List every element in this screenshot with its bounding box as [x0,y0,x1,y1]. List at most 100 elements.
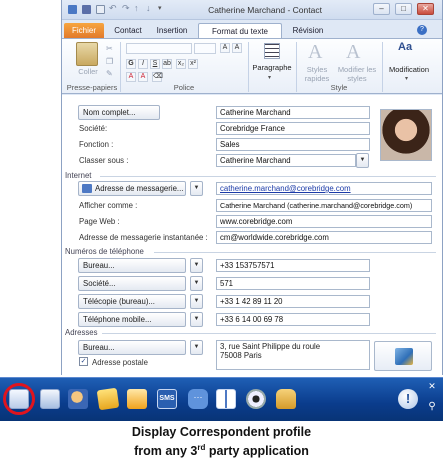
phone-fax-dropdown[interactable]: ▼ [190,294,203,309]
classer-label: Classer sous : [79,156,129,165]
afficher-label: Afficher comme : [79,201,138,210]
pin-button[interactable]: ⚲ [426,400,438,414]
down-icon[interactable]: ↓ [146,3,151,13]
caption: Display Correspondent profile from any 3… [0,425,443,459]
underline-button[interactable]: S [150,59,160,69]
company-field[interactable]: Corebridge France [216,122,370,135]
copy-icon[interactable]: ❐ [106,57,113,66]
toolbar-close-button[interactable]: ✕ [426,380,438,392]
font-color-button[interactable]: A [138,72,148,82]
highlight-color-button[interactable]: A [126,72,136,82]
map-button[interactable] [374,341,432,371]
email-button[interactable]: Adresse de messagerie... [78,181,186,196]
caption-line-2: from any 3rd party application [0,440,443,459]
phone-mobile-button[interactable]: Téléphone mobile... [78,312,186,327]
address-type-dropdown[interactable]: ▼ [190,340,203,355]
paragraph-button[interactable]: Paragraphe [250,63,294,72]
address-bureau-button[interactable]: Bureau... [78,340,186,355]
paragraph-icon [264,43,280,59]
mail-icon[interactable] [127,389,147,409]
phone-bureau-dropdown[interactable]: ▼ [190,258,203,273]
web-field[interactable]: www.corebridge.com [216,215,432,228]
fonction-label: Fonction : [79,140,114,149]
display-as-field[interactable]: Catherine Marchand (catherine.marchand@c… [216,199,432,212]
font-name-dropdown[interactable] [126,43,192,54]
phone-societe-field[interactable]: 571 [216,277,370,290]
nom-complet-button[interactable]: Nom complet... [78,105,160,120]
change-styles-icon: A [346,41,361,63]
redo-icon[interactable]: ↷ [122,3,130,14]
phone-societe-button[interactable]: Société... [78,276,186,291]
app-toolbar: SMS ··· ! ✕ ⚲ [0,377,443,421]
clear-format-icon[interactable]: ⌫ [152,72,163,82]
phone-mobile-field[interactable]: +33 6 14 00 69 78 [216,313,370,326]
tab-insertion[interactable]: Insertion [150,23,194,39]
subscript-icon[interactable]: x₂ [176,59,186,69]
group-police: Police [173,83,195,92]
webcam-icon[interactable] [246,389,266,409]
phone-fax-button[interactable]: Télécopie (bureau)... [78,294,186,309]
im-field[interactable]: cm@worldwide.corebridge.com [216,231,432,244]
customize-qa-icon[interactable]: ▾ [158,4,162,12]
minimize-button[interactable]: – [373,3,390,15]
phone-bureau-button[interactable]: Bureau... [78,258,186,273]
cut-icon[interactable]: ✂ [106,44,113,53]
hand-icon[interactable] [276,389,296,409]
tab-format-du-texte[interactable]: Format du texte [198,23,282,39]
map-icon [395,348,413,365]
help-icon[interactable]: ? [417,25,427,35]
grow-font-icon[interactable]: A [220,43,230,53]
phone-mobile-dropdown[interactable]: ▼ [190,312,203,327]
close-button[interactable]: ✕ [417,3,434,15]
info-icon[interactable]: ! [398,389,418,409]
phone-societe-dropdown[interactable]: ▼ [190,276,203,291]
title-bar: ↶ ↷ ↑ ↓ ▾ Catherine Marchand - Contact –… [62,0,442,20]
phone-fax-field[interactable]: +33 1 42 89 11 20 [216,295,370,308]
format-painter-icon[interactable]: ✎ [106,69,113,78]
contacts-icon[interactable] [40,389,60,409]
bold-button[interactable]: G [126,59,136,69]
strikethrough-icon[interactable]: ab [162,59,172,69]
caption-line-2-start: from any 3 [134,444,198,459]
job-title-field[interactable]: Sales [216,138,370,151]
ribbon-separator [296,42,297,92]
paste-button[interactable]: Coller [68,67,108,76]
email-type-dropdown[interactable]: ▼ [190,181,203,196]
up-icon[interactable]: ↑ [134,3,139,13]
styles-rapides-button[interactable]: Styles rapides [298,65,336,83]
file-as-dropdown[interactable]: ▼ [356,153,369,168]
maximize-button[interactable]: □ [395,3,412,15]
tab-fichier[interactable]: Fichier [64,23,104,39]
email-field[interactable]: catherine.marchand@corebridge.com [216,182,432,195]
user-search-icon[interactable] [68,389,88,409]
save-icon[interactable] [82,5,91,14]
full-name-field[interactable]: Catherine Marchand [216,106,370,119]
modifier-styles-button[interactable]: Modifier les styles [336,65,378,83]
chevron-down-icon: ▾ [268,75,272,81]
notes-icon[interactable] [96,387,120,411]
file-as-field[interactable]: Catherine Marchand [216,154,356,167]
find-icon: Aa [398,41,413,53]
group-presse-papiers: Presse-papiers [66,83,118,92]
address-field[interactable]: 3, rue Saint Philippe du roule 75008 Par… [216,340,370,370]
print-icon[interactable] [96,5,105,14]
phone-bureau-field[interactable]: +33 153757571 [216,259,370,272]
contact-form: Nom complet... Catherine Marchand Sociét… [62,95,442,375]
chat-icon[interactable]: ··· [188,389,208,409]
internet-section-title: Internet [65,171,92,180]
shrink-font-icon[interactable]: A [232,43,242,53]
contact-photo[interactable] [380,109,432,161]
tab-contact[interactable]: Contact [110,23,146,39]
sms-icon[interactable]: SMS [157,389,177,409]
italic-button[interactable]: I [138,59,148,69]
font-size-dropdown[interactable] [194,43,216,54]
tab-revision[interactable]: Révision [286,23,330,39]
correspondent-profile-icon[interactable] [9,389,29,409]
modification-button[interactable]: Modification [384,65,434,74]
group-style: Style [330,83,348,92]
section-divider [100,176,436,177]
postal-checkbox[interactable]: ✓ [79,357,88,366]
undo-icon[interactable]: ↶ [109,3,117,14]
address-book-icon[interactable] [216,389,236,409]
superscript-icon[interactable]: x² [188,59,198,69]
